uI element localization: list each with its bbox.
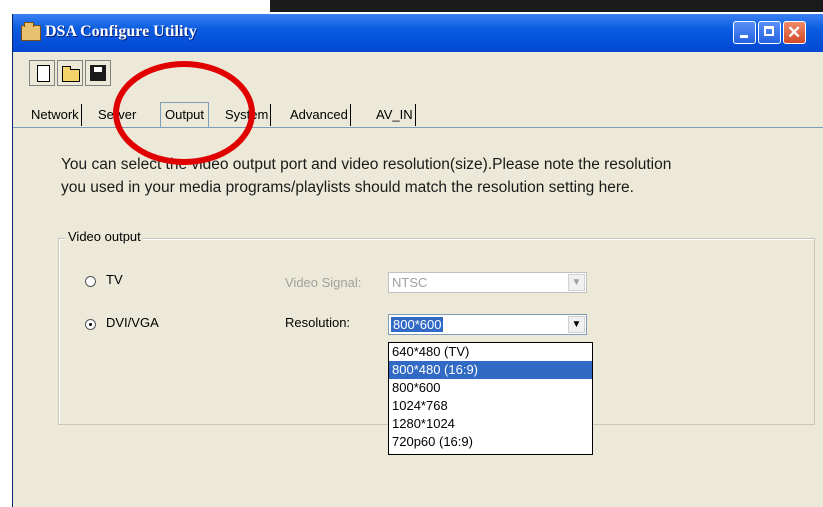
resolution-select[interactable]: 800*600 ▼: [388, 314, 587, 335]
save-disk-icon[interactable]: [85, 60, 111, 86]
minimize-button[interactable]: [733, 21, 756, 44]
resolution-option[interactable]: 1024*768: [389, 397, 592, 415]
video-signal-label: Video Signal:: [285, 275, 362, 290]
group-label: Video output: [66, 229, 143, 244]
resolution-option[interactable]: 800*600: [389, 379, 592, 397]
resolution-option[interactable]: 1280*1024: [389, 415, 592, 433]
background-strip: [0, 0, 823, 12]
video-signal-select: NTSC ▼: [388, 272, 587, 293]
tv-radio[interactable]: [85, 276, 96, 287]
video-signal-value: NTSC: [392, 275, 428, 290]
close-button[interactable]: ✕: [783, 21, 806, 44]
chevron-down-icon[interactable]: ▼: [568, 316, 585, 333]
tab-network[interactable]: Network: [29, 104, 82, 126]
resolution-label: Resolution:: [285, 315, 351, 330]
dvi-vga-radio[interactable]: [85, 319, 96, 330]
resolution-value: 800*600: [391, 317, 444, 332]
chevron-down-icon: ▼: [568, 274, 585, 291]
new-file-icon[interactable]: [29, 60, 55, 86]
title-bar[interactable]: DSA Configure Utility ✕: [13, 14, 823, 52]
red-circle-annotation: [113, 61, 255, 165]
resolution-option-highlighted[interactable]: 800*480 (16:9): [389, 361, 592, 379]
open-folder-icon[interactable]: [57, 60, 83, 86]
close-icon: ✕: [787, 23, 802, 42]
tab-av-in[interactable]: AV_IN: [374, 104, 416, 126]
app-window: DSA Configure Utility ✕ Network Server O…: [12, 14, 823, 507]
resolution-dropdown-list: 640*480 (TV) 800*480 (16:9) 800*600 1024…: [388, 342, 593, 455]
resolution-option[interactable]: 640*480 (TV): [389, 343, 592, 361]
resolution-option[interactable]: 720p60 (16:9): [389, 433, 592, 451]
description-line: you used in your media programs/playlist…: [61, 179, 634, 196]
dvi-vga-label[interactable]: DVI/VGA: [106, 315, 159, 330]
folder-app-icon: [21, 22, 41, 41]
tv-label[interactable]: TV: [106, 272, 123, 287]
window-title: DSA Configure Utility: [45, 23, 197, 40]
tab-advanced[interactable]: Advanced: [288, 104, 351, 126]
maximize-button[interactable]: [758, 21, 781, 44]
background-dark-strip: [270, 0, 823, 12]
